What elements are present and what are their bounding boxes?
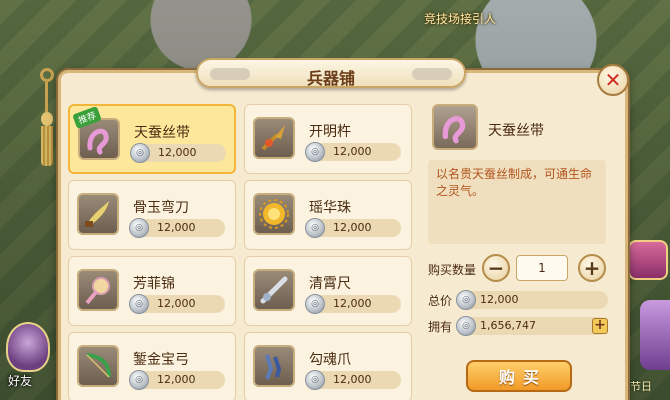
item-card-kaiming-chu[interactable]: 开明杵 ◎ 12,000	[244, 104, 412, 174]
buy-button[interactable]: 购买	[466, 360, 572, 392]
item-card-yaohua-zhu[interactable]: 瑶华珠 ◎ 12,000	[244, 180, 412, 250]
flower-brocade-icon	[77, 269, 119, 311]
quantity-label: 购买数量	[428, 263, 477, 277]
item-name: 骨玉弯刀	[133, 200, 189, 216]
decrease-quantity-button[interactable]: −	[482, 254, 510, 282]
minus-icon: −	[487, 256, 505, 280]
bow-icon	[77, 345, 119, 387]
claw-icon	[253, 345, 295, 387]
npc-name-label[interactable]: 竞技场接引人	[424, 10, 496, 27]
curved-blade-icon	[77, 193, 119, 235]
quantity-input[interactable]	[516, 255, 568, 281]
friend-label[interactable]: 好友	[8, 372, 32, 389]
character-portrait	[640, 300, 670, 370]
item-list: 推荐 天蚕丝带 ◎ 12,000 开明杵 ◎ 12,000 骨玉弯刀 ◎ 12,…	[68, 104, 414, 400]
item-card-gouhun-zhao[interactable]: 勾魂爪 ◎ 12,000	[244, 332, 412, 400]
item-price: ◎ 12,000	[305, 218, 401, 238]
pestle-icon	[253, 117, 295, 159]
owned-label: 拥有	[428, 320, 453, 334]
silver-coin-icon: ◎	[130, 143, 150, 163]
item-price: ◎ 12,000	[129, 218, 225, 238]
orb-icon	[253, 193, 295, 235]
close-icon: ✕	[604, 68, 622, 92]
increase-quantity-button[interactable]: +	[578, 254, 606, 282]
silver-coin-icon: ◎	[305, 218, 325, 238]
item-card-tiancan-sidai[interactable]: 推荐 天蚕丝带 ◎ 12,000	[68, 104, 236, 174]
selected-item-name: 天蚕丝带	[488, 123, 544, 139]
silver-coin-icon: ◎	[305, 142, 325, 162]
item-card-guyu-wandao[interactable]: 骨玉弯刀 ◎ 12,000	[68, 180, 236, 250]
silver-coin-icon: ◎	[129, 218, 149, 238]
item-price: ◎ 12,000	[130, 143, 226, 163]
item-price: ◎ 12,000	[305, 370, 401, 390]
item-price: ◎ 12,000	[129, 294, 225, 314]
owned-field: ◎ 1,656,747	[456, 316, 608, 336]
silver-coin-icon: ◎	[129, 294, 149, 314]
item-card-fangfei-jin[interactable]: 芳菲锦 ◎ 12,000	[68, 256, 236, 326]
ribbon-icon	[432, 104, 478, 150]
silver-coin-icon: ◎	[456, 316, 476, 336]
item-card-zanjin-baogong[interactable]: 錾金宝弓 ◎ 12,000	[68, 332, 236, 400]
item-name: 芳菲锦	[133, 276, 175, 292]
add-currency-button[interactable]: +	[592, 318, 608, 334]
total-price-value: 12,000	[480, 293, 519, 306]
window-title: 兵器铺	[306, 69, 355, 88]
close-button[interactable]: ✕	[597, 64, 629, 96]
item-name: 清霄尺	[309, 276, 351, 292]
item-card-qingxiao-chi[interactable]: 清霄尺 ◎ 12,000	[244, 256, 412, 326]
silver-coin-icon: ◎	[305, 294, 325, 314]
item-name: 勾魂爪	[309, 352, 351, 368]
owned-value: 1,656,747	[480, 319, 536, 332]
item-name: 天蚕丝带	[134, 125, 190, 141]
silver-coin-icon: ◎	[456, 290, 476, 310]
item-name: 开明杵	[309, 124, 351, 140]
tassel-ornament	[40, 68, 54, 178]
silver-coin-icon: ◎	[129, 370, 149, 390]
friend-avatar[interactable]	[6, 322, 50, 372]
item-description: 以名贵天蚕丝制成，可通生命之灵气。	[428, 160, 606, 244]
item-name: 錾金宝弓	[133, 352, 189, 368]
selected-item-header: 天蚕丝带	[428, 104, 606, 156]
event-icon[interactable]	[628, 240, 668, 280]
ruler-icon	[253, 269, 295, 311]
total-price-label: 总价	[428, 294, 453, 308]
item-name: 瑶华珠	[309, 200, 351, 216]
festival-label[interactable]: 节日	[630, 378, 652, 394]
item-price: ◎ 12,000	[305, 142, 401, 162]
item-price: ◎ 12,000	[129, 370, 225, 390]
item-price: ◎ 12,000	[305, 294, 401, 314]
window-title-bar: 兵器铺	[196, 58, 466, 88]
silver-coin-icon: ◎	[305, 370, 325, 390]
plus-icon: +	[583, 256, 601, 280]
total-price-field: ◎ 12,000	[456, 290, 608, 310]
